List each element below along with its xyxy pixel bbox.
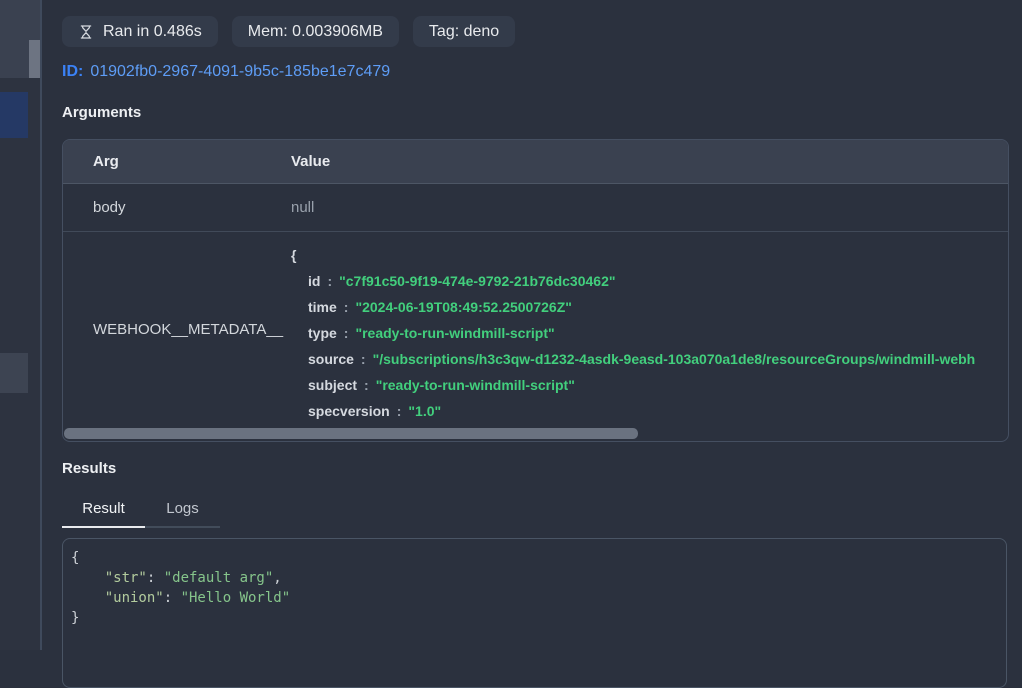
arguments-section-title: Arguments — [62, 104, 141, 121]
result-viewer: { "str": "default arg", "union": "Hello … — [62, 538, 1007, 688]
run-stats-row: Ran in 0.486s Mem: 0.003906MB Tag: deno — [62, 16, 515, 47]
results-section-title: Results — [62, 460, 116, 477]
json-colon: : — [364, 377, 369, 393]
arg-name: body — [63, 199, 261, 216]
sidebar — [0, 0, 42, 650]
json-string-value: "/subscriptions/h3c3qw-d1232-4asdk-9easd… — [373, 351, 976, 367]
table-row: WEBHOOK__METADATA__ { id: "c7f91c50-9f19-… — [63, 232, 1008, 441]
json-string-value: "ready-to-run-windmill-script" — [355, 325, 554, 341]
arg-name: WEBHOOK__METADATA__ — [93, 321, 283, 338]
sidebar-selected-item[interactable] — [0, 92, 28, 138]
code-brace: } — [71, 610, 79, 626]
json-key: time — [308, 299, 337, 315]
json-string-value: "1.0" — [408, 403, 441, 419]
code-separator: : — [164, 590, 181, 606]
code-brace: { — [71, 550, 79, 566]
webhook-metadata-object: { id: "c7f91c50-9f19-474e-9792-21b76dc304… — [261, 232, 1008, 441]
value-column-header: Value — [261, 153, 1008, 170]
json-colon: : — [361, 351, 366, 367]
arguments-table: Arg Value body null WEBHOOK__METADATA__ … — [62, 139, 1009, 442]
webhook-entry-line: specversion: "1.0" — [291, 398, 1008, 424]
tag-badge: Tag: deno — [413, 16, 515, 47]
json-key: source — [308, 351, 354, 367]
sidebar-item-fragment[interactable] — [0, 353, 28, 393]
json-key: type — [308, 325, 337, 341]
json-colon: : — [344, 299, 349, 315]
webhook-entry-line: type: "ready-to-run-windmill-script" — [291, 320, 1008, 346]
webhook-entry-line: source: "/subscriptions/h3c3qw-d1232-4asd… — [291, 346, 1008, 372]
code-line: } — [71, 608, 998, 628]
code-comma: , — [273, 570, 281, 586]
json-key: subject — [308, 377, 357, 393]
tab-logs[interactable]: Logs — [145, 495, 220, 528]
code-line: "union": "Hello World" — [71, 588, 998, 608]
json-colon: : — [397, 403, 402, 419]
json-key: specversion — [308, 403, 390, 419]
code-key: "union" — [71, 590, 164, 606]
json-string-value: "ready-to-run-windmill-script" — [376, 377, 575, 393]
tab-result[interactable]: Result — [62, 495, 145, 528]
runtime-badge-label: Ran in 0.486s — [103, 23, 202, 41]
job-id-line: ID: 01902fb0-2967-4091-9b5c-185be1e7c479 — [62, 63, 390, 81]
webhook-entry-line: time: "2024-06-19T08:49:52.2500726Z" — [291, 294, 1008, 320]
job-id-value[interactable]: 01902fb0-2967-4091-9b5c-185be1e7c479 — [90, 63, 390, 80]
json-string-value: "2024-06-19T08:49:52.2500726Z" — [355, 299, 571, 315]
json-key: id — [308, 273, 320, 289]
code-string-value: "default arg" — [164, 570, 274, 586]
code-string-value: "Hello World" — [181, 590, 291, 606]
json-colon: : — [344, 325, 349, 341]
arg-column-header: Arg — [63, 153, 261, 170]
webhook-entry-line: id: "c7f91c50-9f19-474e-9792-21b76dc30462… — [291, 268, 1008, 294]
horizontal-scrollbar-thumb[interactable] — [64, 428, 638, 439]
arguments-table-header: Arg Value — [63, 140, 1008, 184]
json-string-value: "c7f91c50-9f19-474e-9792-21b76dc30462" — [339, 273, 615, 289]
sidebar-scrollbar-thumb[interactable] — [29, 40, 40, 78]
json-open-brace: { — [291, 242, 1008, 268]
code-line: { — [71, 548, 998, 568]
code-key: "str" — [71, 570, 147, 586]
job-run-detail-page: Ran in 0.486s Mem: 0.003906MB Tag: deno … — [0, 0, 1022, 650]
json-colon: : — [327, 273, 332, 289]
webhook-entry-line: subject: "ready-to-run-windmill-script" — [291, 372, 1008, 398]
job-id-label: ID: — [62, 63, 83, 80]
arg-value: null — [261, 199, 1008, 216]
code-separator: : — [147, 570, 164, 586]
table-row: body null — [63, 184, 1008, 232]
hourglass-icon — [78, 24, 94, 40]
runtime-badge: Ran in 0.486s — [62, 16, 218, 47]
results-tabs: Result Logs — [62, 495, 220, 528]
code-line: "str": "default arg", — [71, 568, 998, 588]
memory-badge: Mem: 0.003906MB — [232, 16, 399, 47]
